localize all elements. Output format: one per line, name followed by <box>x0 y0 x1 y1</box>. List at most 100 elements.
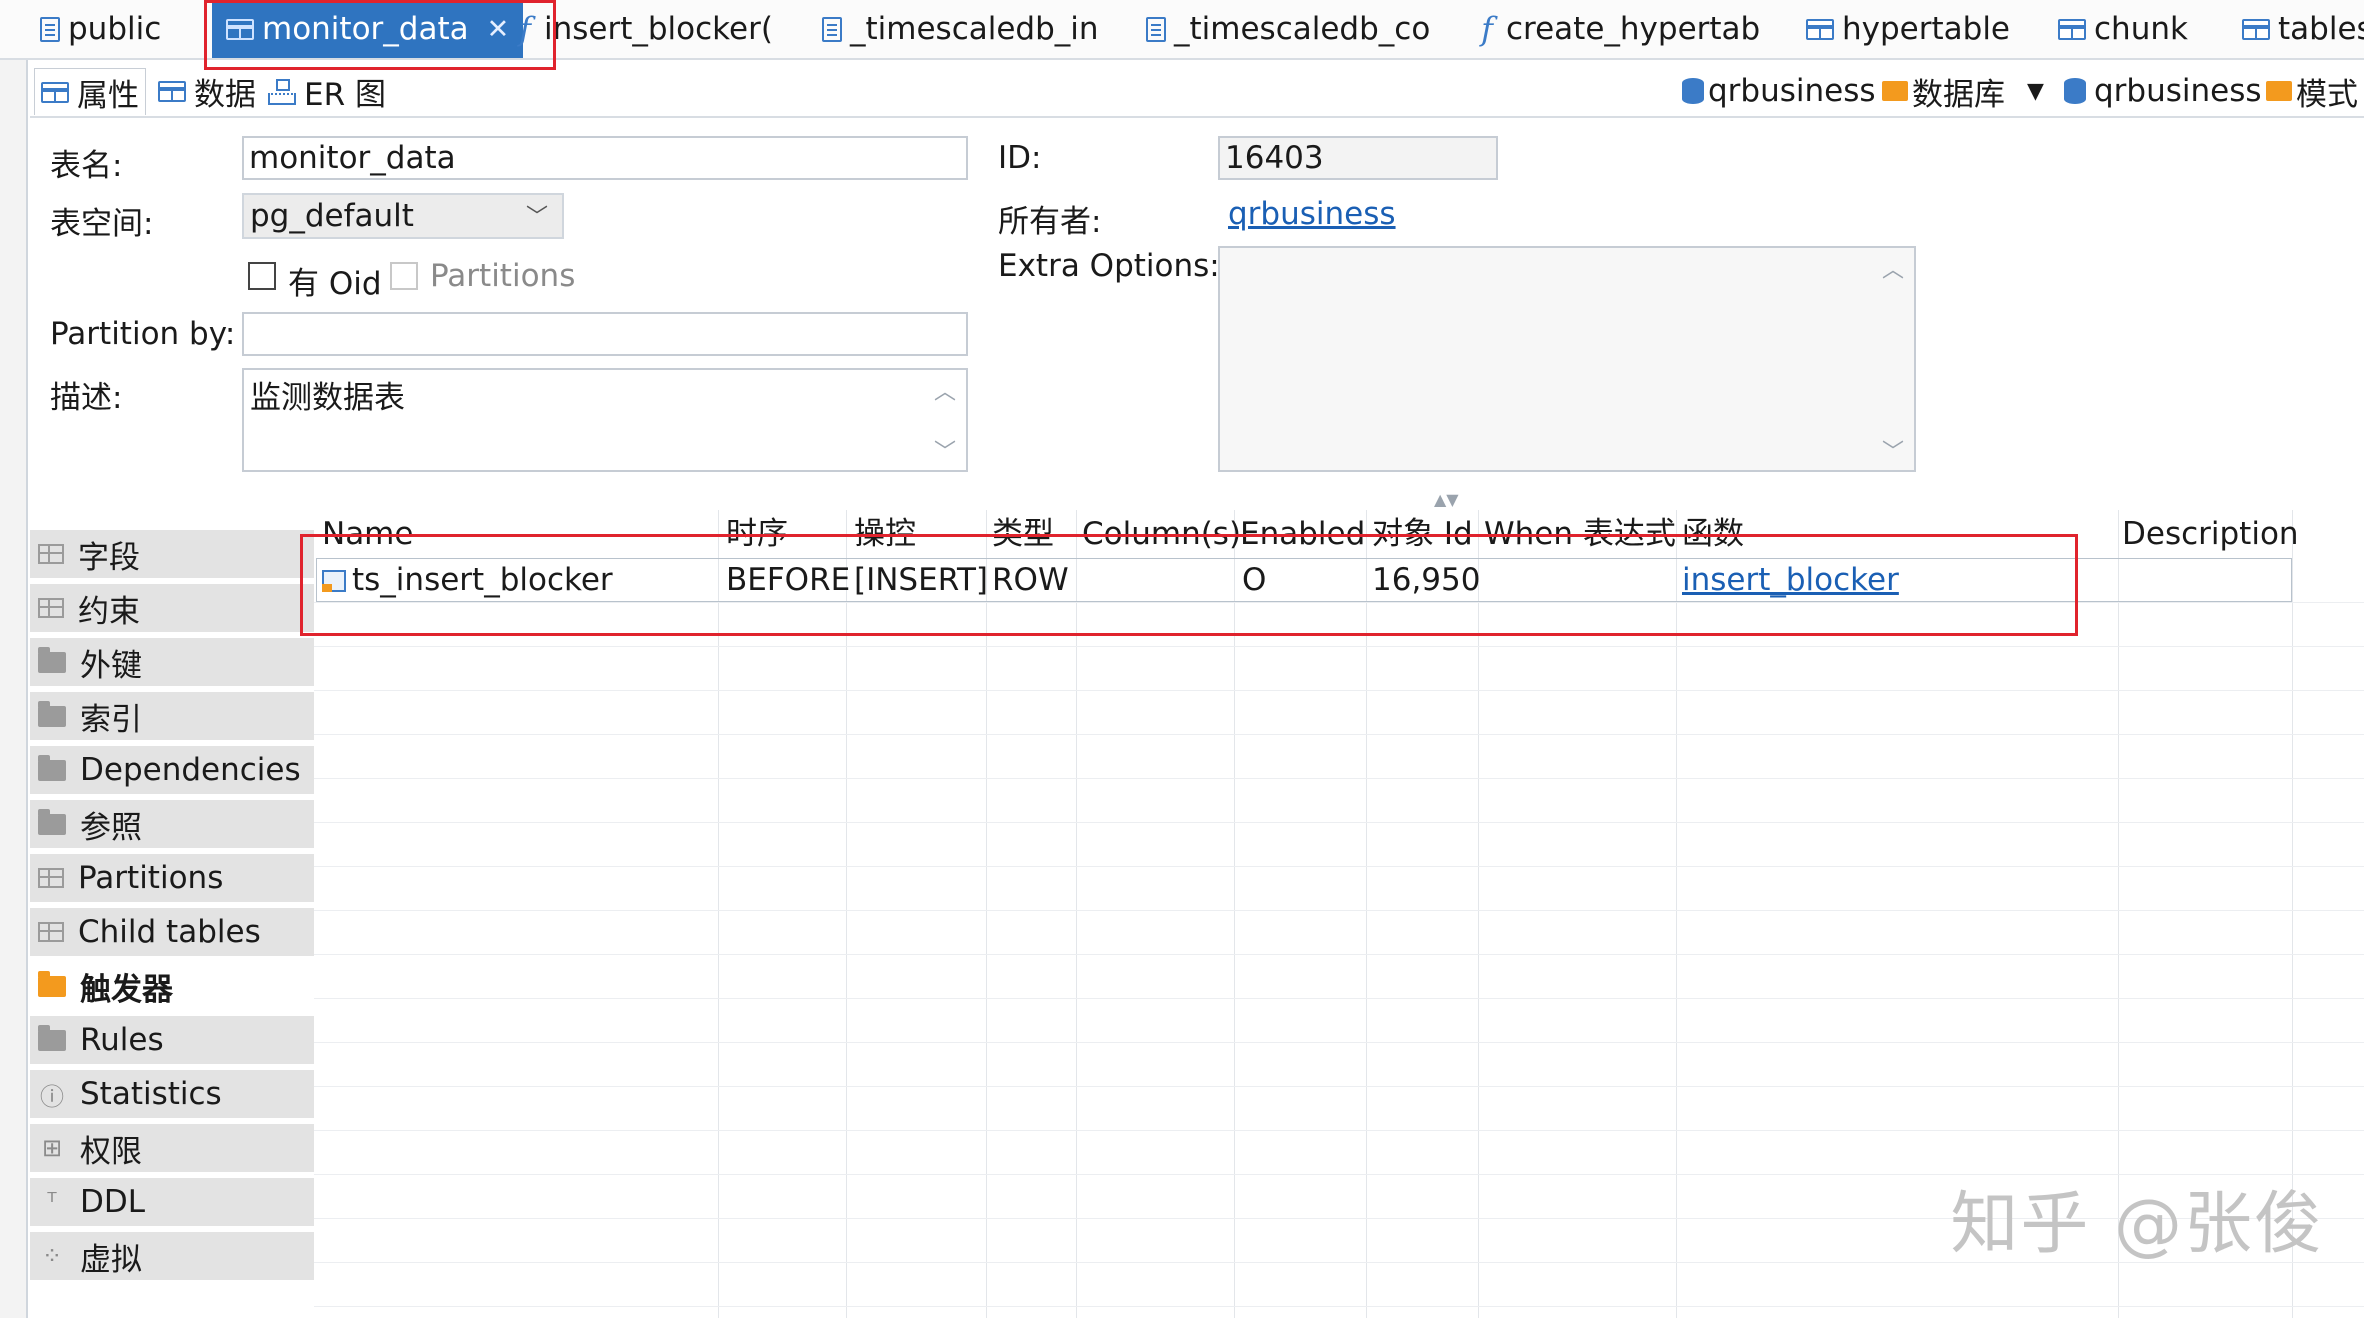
column-header[interactable]: Description <box>2122 510 2299 558</box>
row-divider <box>314 910 2364 911</box>
has-oid-label: 有 Oid <box>288 258 382 303</box>
tab-public[interactable]: public <box>40 0 161 58</box>
scroll-up-icon[interactable]: ︿ <box>934 374 956 406</box>
row-divider <box>314 1130 2364 1131</box>
table-icon <box>1806 19 1834 40</box>
function-icon: f <box>1476 10 1498 48</box>
description-textarea[interactable]: 监测数据表 ︿ ﹀ <box>242 368 968 472</box>
tab-label: _timescaledb_co <box>1174 11 1430 47</box>
tab-label: public <box>68 11 161 47</box>
tab-label: hypertable <box>1842 11 2010 47</box>
folder-icon <box>38 706 66 727</box>
description-label: 描述: <box>50 372 122 417</box>
nav-item-columns[interactable]: 字段 <box>30 530 314 580</box>
nav-item-label: 外键 <box>80 640 142 685</box>
nav-item-label: Rules <box>80 1022 164 1058</box>
tablespace-label: 表空间: <box>50 198 153 243</box>
owner-label: 所有者: <box>998 196 1101 241</box>
nav-item-statistics[interactable]: ⓘ Statistics <box>30 1070 314 1120</box>
table-name-input[interactable]: monitor_data <box>242 136 968 180</box>
left-border <box>26 58 28 1318</box>
nav-item-label: 约束 <box>78 586 140 631</box>
nav-item-references[interactable]: 参照 <box>30 800 314 850</box>
tab-properties[interactable]: 属性 <box>34 68 146 115</box>
document-icon <box>822 17 842 42</box>
row-divider <box>314 954 2364 955</box>
nav-item-label: 权限 <box>80 1126 142 1171</box>
tab-label: 属性 <box>77 70 139 115</box>
connection-label: qrbusiness <box>1708 73 1876 109</box>
watermark: 知乎 @张俊 <box>1950 1168 2324 1267</box>
database-icon <box>2064 78 2086 104</box>
splitter-handle[interactable]: ▲▼ <box>1434 490 1459 509</box>
table-name-label: 表名: <box>50 140 122 185</box>
tab-label: chunk <box>2094 11 2188 47</box>
extra-options-textarea[interactable]: ︿ ﹀ <box>1218 246 1916 472</box>
folder-icon <box>38 1030 66 1051</box>
tab-timescaledb-in[interactable]: _timescaledb_in <box>822 0 1099 58</box>
id-label: ID: <box>998 140 1041 176</box>
tab-tables[interactable]: tables <box>2242 0 2364 58</box>
has-oid-checkbox[interactable] <box>248 262 276 290</box>
nav-item-label: Dependencies <box>80 752 301 788</box>
nav-item-partitions[interactable]: Partitions <box>30 854 314 904</box>
extra-options-label: Extra Options: <box>998 248 1220 284</box>
folder-icon <box>38 652 66 673</box>
id-field: 16403 <box>1218 136 1498 180</box>
left-gutter <box>0 58 26 1318</box>
partition-by-input[interactable] <box>242 312 968 356</box>
tab-label: _timescaledb_in <box>850 11 1099 47</box>
partitions-checkbox[interactable] <box>390 262 418 290</box>
schema-selector[interactable]: 模式 <box>2266 68 2358 114</box>
tab-timescaledb-co[interactable]: _timescaledb_co <box>1146 0 1430 58</box>
tab-data[interactable]: 数据 <box>158 68 256 114</box>
constraint-icon <box>38 598 64 618</box>
scroll-down-icon[interactable]: ﹀ <box>1882 434 1904 466</box>
nav-item-rules[interactable]: Rules <box>30 1016 314 1066</box>
editor-sub-tabs: 属性 数据 ER 图 qrbusiness 数据库 ▼ qrbusiness 模… <box>30 62 2364 118</box>
nav-item-label: 虚拟 <box>80 1234 142 1279</box>
document-icon <box>1146 17 1166 42</box>
grid-icon <box>38 868 64 888</box>
row-divider <box>314 1042 2364 1043</box>
connection-selector[interactable]: qrbusiness <box>1682 68 1876 114</box>
nav-item-triggers[interactable]: 触发器 <box>30 962 314 1012</box>
partition-by-label: Partition by: <box>50 316 235 352</box>
tab-chunk[interactable]: chunk <box>2058 0 2188 58</box>
nav-item-foreign-keys[interactable]: 外键 <box>30 638 314 688</box>
nav-item-child-tables[interactable]: Child tables <box>30 908 314 958</box>
tablespace-select[interactable]: pg_default ﹀ <box>242 193 564 239</box>
nav-item-virtual[interactable]: ⁘ 虚拟 <box>30 1232 314 1282</box>
highlight-box <box>204 0 556 70</box>
nav-item-ddl[interactable]: ᵀ DDL <box>30 1178 314 1228</box>
row-divider <box>314 866 2364 867</box>
database-icon <box>1882 81 1908 101</box>
tablespace-value: pg_default <box>250 198 414 234</box>
tab-er-diagram[interactable]: ER 图 <box>268 68 386 114</box>
er-diagram-icon <box>268 79 296 103</box>
tab-create-hypertab[interactable]: f create_hypertab <box>1476 0 1760 58</box>
row-divider <box>314 778 2364 779</box>
info-icon: ⓘ <box>38 1077 66 1112</box>
folder-icon <box>38 814 66 835</box>
virtual-icon: ⁘ <box>38 1242 66 1270</box>
owner-link[interactable]: qrbusiness <box>1228 196 1396 232</box>
row-divider <box>314 1086 2364 1087</box>
row-divider <box>314 734 2364 735</box>
grid-icon <box>38 922 64 942</box>
scroll-down-icon[interactable]: ﹀ <box>934 434 956 466</box>
nav-item-constraints[interactable]: 约束 <box>30 584 314 634</box>
nav-item-permissions[interactable]: ⊞ 权限 <box>30 1124 314 1174</box>
nav-item-indexes[interactable]: 索引 <box>30 692 314 742</box>
scroll-up-icon[interactable]: ︿ <box>1882 252 1904 284</box>
nav-item-dependencies[interactable]: Dependencies <box>30 746 314 796</box>
database-name-label: qrbusiness <box>2094 73 2262 109</box>
tab-hypertable[interactable]: hypertable <box>1806 0 2010 58</box>
row-divider <box>314 1306 2364 1307</box>
permission-icon: ⊞ <box>38 1134 66 1162</box>
connection-icon <box>1682 78 1704 104</box>
nav-item-label: Partitions <box>78 860 223 896</box>
database-name-selector[interactable]: qrbusiness <box>2064 68 2262 114</box>
chevron-down-icon[interactable]: ▼ <box>2027 79 2044 104</box>
database-selector[interactable]: 数据库 ▼ <box>1882 68 2044 114</box>
